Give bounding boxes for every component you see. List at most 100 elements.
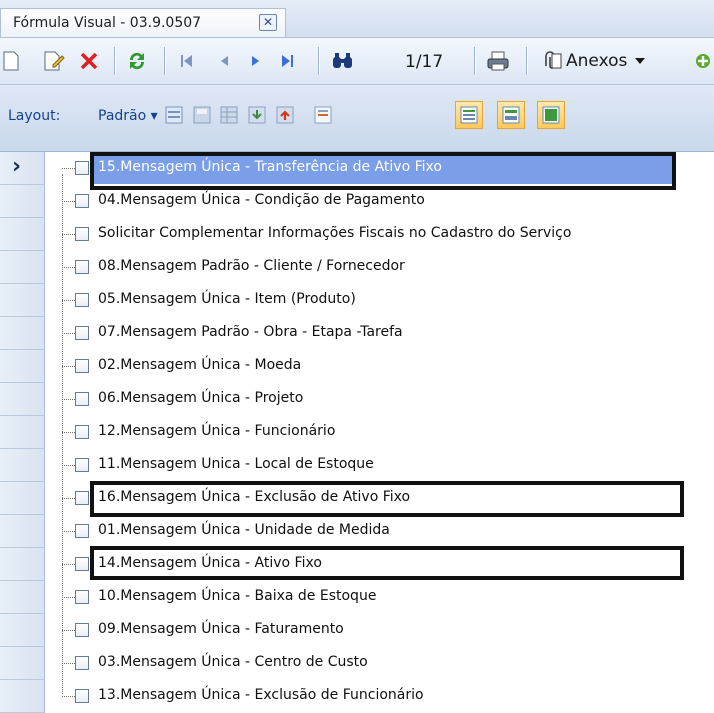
toolbar-separator <box>318 47 319 75</box>
tree-connector <box>62 168 75 169</box>
next-record-icon[interactable] <box>245 49 267 73</box>
record-toolbar: 1/17 Anexos <box>0 38 714 85</box>
current-row-indicator[interactable] <box>0 152 45 185</box>
row-header[interactable] <box>0 482 45 515</box>
layout-selector[interactable]: Padrão ▾ <box>98 108 158 124</box>
row-header[interactable] <box>0 449 45 482</box>
row-header[interactable] <box>0 647 45 680</box>
tree-connector <box>62 531 75 532</box>
row-checkbox[interactable] <box>75 425 89 439</box>
row-label: 09.Mensagem Única - Faturamento <box>98 621 344 637</box>
tree-connector <box>62 663 75 664</box>
highlight-box <box>90 546 684 580</box>
row-header[interactable] <box>0 317 45 350</box>
tree-row[interactable]: 06.Mensagem Única - Projeto <box>0 383 714 416</box>
view-split-icon[interactable] <box>497 101 525 129</box>
row-label: 01.Mensagem Única - Unidade de Medida <box>98 522 390 538</box>
tree-row[interactable]: 02.Mensagem Única - Moeda <box>0 350 714 383</box>
tree-row[interactable]: 08.Mensagem Padrão - Cliente / Fornecedo… <box>0 251 714 284</box>
row-header[interactable] <box>0 383 45 416</box>
row-label: 10.Mensagem Única - Baixa de Estoque <box>98 588 377 604</box>
row-checkbox[interactable] <box>75 260 89 274</box>
print-icon[interactable] <box>484 49 512 73</box>
refresh-icon[interactable] <box>124 49 150 73</box>
row-label: 08.Mensagem Padrão - Cliente / Fornecedo… <box>98 258 405 274</box>
highlight-box <box>90 481 684 517</box>
row-header[interactable] <box>0 185 45 218</box>
column-chooser-icon[interactable] <box>165 106 183 124</box>
layout-grid-icon[interactable] <box>220 106 238 124</box>
row-checkbox[interactable] <box>75 557 89 571</box>
add-icon[interactable] <box>690 49 714 73</box>
previous-record-icon[interactable] <box>213 49 235 73</box>
close-icon[interactable]: ✕ <box>259 14 277 31</box>
view-detail-icon[interactable] <box>537 101 565 129</box>
attachments-label: Anexos <box>566 51 628 71</box>
export-layout-icon[interactable] <box>276 106 294 124</box>
row-header[interactable] <box>0 614 45 647</box>
tree-row[interactable]: 09.Mensagem Única - Faturamento <box>0 614 714 647</box>
row-header[interactable] <box>0 284 45 317</box>
tree-connector <box>62 399 75 400</box>
find-icon[interactable] <box>330 49 356 73</box>
row-header[interactable] <box>0 680 45 713</box>
row-checkbox[interactable] <box>75 458 89 472</box>
row-header[interactable] <box>0 218 45 251</box>
tree-row[interactable]: 07.Mensagem Padrão - Obra - Etapa -Taref… <box>0 317 714 350</box>
row-checkbox[interactable] <box>75 293 89 307</box>
row-label: 11.Mensagem Unica - Local de Estoque <box>98 456 374 472</box>
tree-row[interactable]: 13.Mensagem Única - Exclusão de Funcioná… <box>0 680 714 713</box>
row-header[interactable] <box>0 416 45 449</box>
tree-connector <box>62 366 75 367</box>
tree-connector <box>62 597 75 598</box>
row-checkbox[interactable] <box>75 359 89 373</box>
tree-connector <box>62 267 75 268</box>
row-checkbox[interactable] <box>75 623 89 637</box>
row-label: 13.Mensagem Única - Exclusão de Funcioná… <box>98 687 424 703</box>
row-header[interactable] <box>0 548 45 581</box>
tree-row[interactable]: 01.Mensagem Única - Unidade de Medida <box>0 515 714 548</box>
delete-icon[interactable] <box>78 49 100 73</box>
document-tab[interactable]: Fórmula Visual - 03.9.0507 ✕ <box>0 8 286 37</box>
new-document-icon[interactable] <box>0 49 22 73</box>
tree-row[interactable]: 05.Mensagem Única - Item (Produto) <box>0 284 714 317</box>
row-checkbox[interactable] <box>75 656 89 670</box>
tree-connector <box>62 630 75 631</box>
first-record-icon[interactable] <box>176 49 198 73</box>
layout-bar: Layout: Padrão ▾ <box>0 85 714 152</box>
row-checkbox[interactable] <box>75 194 89 208</box>
view-grid-icon[interactable] <box>455 101 483 129</box>
row-checkbox[interactable] <box>75 491 89 505</box>
edit-document-icon[interactable] <box>44 49 66 73</box>
tree-row[interactable]: 03.Mensagem Única - Centro de Custo <box>0 647 714 680</box>
row-checkbox[interactable] <box>75 689 89 703</box>
row-label: 12.Mensagem Única - Funcionário <box>98 423 336 439</box>
row-checkbox[interactable] <box>75 326 89 340</box>
tree-row[interactable]: 11.Mensagem Unica - Local de Estoque <box>0 449 714 482</box>
row-checkbox[interactable] <box>75 590 89 604</box>
pager-position: 1/17 <box>405 52 444 72</box>
import-layout-icon[interactable] <box>248 106 266 124</box>
tree-row[interactable]: 10.Mensagem Única - Baixa de Estoque <box>0 581 714 614</box>
row-header[interactable] <box>0 515 45 548</box>
layout-form-icon[interactable] <box>314 106 332 124</box>
save-layout-icon[interactable] <box>193 106 211 124</box>
row-checkbox[interactable] <box>75 227 89 241</box>
row-header[interactable] <box>0 251 45 284</box>
last-record-icon[interactable] <box>276 49 298 73</box>
row-header[interactable] <box>0 350 45 383</box>
paperclip-icon[interactable] <box>538 49 564 73</box>
tree-connector <box>62 465 75 466</box>
row-checkbox[interactable] <box>75 161 89 175</box>
tree-row[interactable]: 12.Mensagem Única - Funcionário <box>0 416 714 449</box>
row-checkbox[interactable] <box>75 392 89 406</box>
row-header[interactable] <box>0 581 45 614</box>
tree-connector <box>62 300 75 301</box>
formula-tree-grid: 15.Mensagem Única - Transferência de Ati… <box>0 152 714 713</box>
layout-value: Padrão <box>98 108 147 124</box>
tree-row[interactable]: Solicitar Complementar Informações Fisca… <box>0 218 714 251</box>
toolbar-separator <box>114 47 115 75</box>
attachments-menu[interactable]: Anexos <box>566 49 647 73</box>
row-checkbox[interactable] <box>75 524 89 538</box>
tree-connector <box>62 432 75 433</box>
